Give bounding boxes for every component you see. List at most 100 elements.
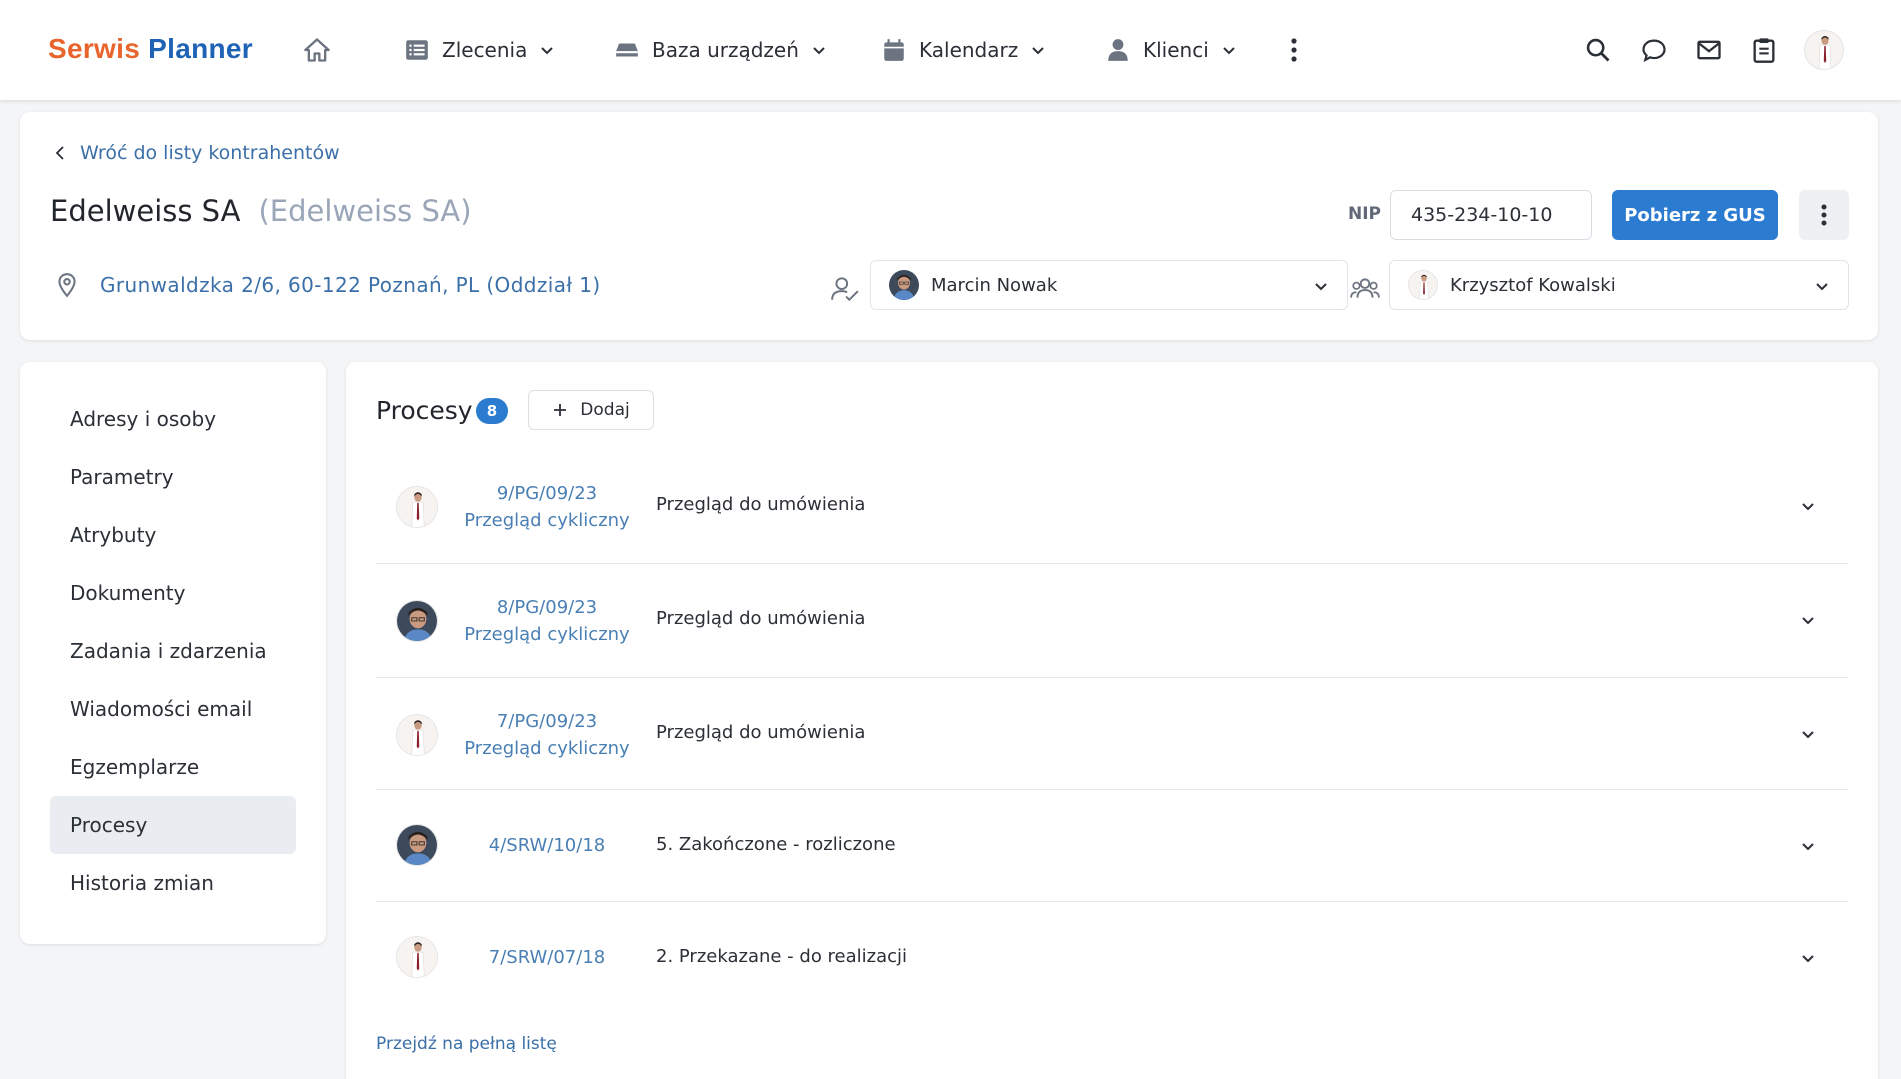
chevron-down-icon[interactable] xyxy=(1800,838,1816,854)
assignee-check-icon xyxy=(830,274,860,304)
assignee-select[interactable]: Marcin Nowak xyxy=(870,260,1348,310)
sidebar-item-dokumenty[interactable]: Dokumenty xyxy=(50,564,296,622)
chevron-down-icon xyxy=(813,47,825,55)
team-icon xyxy=(1350,274,1380,304)
nip-input[interactable] xyxy=(1390,190,1592,240)
process-number: 8/PG/09/23 xyxy=(496,597,598,618)
avatar xyxy=(396,600,438,642)
nip-label: NIP xyxy=(1348,204,1382,224)
process-number: 7/SRW/07/18 xyxy=(488,947,606,968)
avatar xyxy=(396,714,438,756)
process-row[interactable]: 4/SRW/10/18 5. Zakończone - rozliczone xyxy=(376,790,1848,902)
contractor-header-card: Wróć do listy kontrahentów Edelweiss SA … xyxy=(20,112,1878,340)
process-number-link[interactable]: 4/SRW/10/18 xyxy=(462,832,632,859)
header-more-button[interactable] xyxy=(1799,190,1849,240)
more-menu-icon[interactable] xyxy=(1284,36,1304,64)
chevron-down-icon[interactable] xyxy=(1800,498,1816,514)
process-number: 9/PG/09/23 xyxy=(496,483,598,504)
sidebar-item-historia[interactable]: Historia zmian xyxy=(50,854,296,912)
nav-kalendarz[interactable]: Kalendarz xyxy=(881,30,1046,70)
list-icon xyxy=(404,37,430,63)
fetch-from-gus-button[interactable]: Pobierz z GUS xyxy=(1612,190,1778,240)
home-icon[interactable] xyxy=(303,36,331,64)
nav-zlecenia[interactable]: Zlecenia xyxy=(404,30,555,70)
processes-count-badge: 8 xyxy=(476,398,508,424)
processes-panel: Procesy 8 Dodaj 9/PG/09/23 Przegląd cykl… xyxy=(346,362,1878,1079)
mail-icon[interactable] xyxy=(1695,36,1723,64)
avatar xyxy=(396,936,438,978)
sidebar-item-procesy[interactable]: Procesy xyxy=(50,796,296,854)
process-status: 5. Zakończone - rozliczone xyxy=(656,834,896,855)
calendar-icon xyxy=(881,37,907,63)
chevron-down-icon[interactable] xyxy=(1800,612,1816,628)
team-member-select[interactable]: Krzysztof Kowalski xyxy=(1389,260,1849,310)
person-icon xyxy=(1105,37,1131,63)
chat-icon[interactable] xyxy=(1640,36,1668,64)
chevron-down-icon xyxy=(541,47,554,55)
team-member-name: Krzysztof Kowalski xyxy=(1450,274,1616,296)
back-to-contractors-link[interactable]: Wróć do listy kontrahentów xyxy=(54,142,340,164)
nav-klienci[interactable]: Klienci xyxy=(1105,30,1237,70)
contractor-title: Edelweiss SA (Edelweiss SA) xyxy=(50,194,472,228)
avatar xyxy=(396,824,438,866)
sidebar-item-egzemplarze[interactable]: Egzemplarze xyxy=(50,738,296,796)
section-sidebar: Adresy i osoby Parametry Atrybuty Dokume… xyxy=(20,362,326,944)
back-link-label: Wróć do listy kontrahentów xyxy=(80,142,340,164)
nav-kalendarz-label: Kalendarz xyxy=(919,38,1019,62)
process-type: Przegląd cykliczny xyxy=(464,510,630,531)
process-type: Przegląd cykliczny xyxy=(464,738,630,759)
add-button-label: Dodaj xyxy=(580,400,630,420)
chevron-down-icon[interactable] xyxy=(1800,726,1816,742)
process-number-link[interactable]: 7/PG/09/23 Przegląd cykliczny xyxy=(462,708,632,762)
process-status: Przegląd do umówienia xyxy=(656,722,866,743)
avatar xyxy=(396,486,438,528)
process-row[interactable]: 7/SRW/07/18 2. Przekazane - do realizacj… xyxy=(376,902,1848,1014)
nav-klienci-label: Klienci xyxy=(1143,38,1209,62)
logo-part-planner: Planner xyxy=(148,33,253,64)
process-row[interactable]: 9/PG/09/23 Przegląd cykliczny Przegląd d… xyxy=(376,450,1848,564)
sidebar-item-zadania[interactable]: Zadania i zdarzenia xyxy=(50,622,296,680)
location-pin-icon xyxy=(58,273,76,298)
plus-icon xyxy=(554,404,567,416)
avatar xyxy=(1408,270,1438,300)
logo-part-serwis: Serwis xyxy=(48,33,141,64)
process-row[interactable]: 8/PG/09/23 Przegląd cykliczny Przegląd d… xyxy=(376,564,1848,678)
sidebar-item-wiadomosci[interactable]: Wiadomości email xyxy=(50,680,296,738)
top-navigation-bar: Serwis Planner Zlecenia Baza urządzeń Ka… xyxy=(0,0,1901,100)
process-number-link[interactable]: 8/PG/09/23 Przegląd cykliczny xyxy=(462,594,632,648)
device-icon xyxy=(614,37,640,63)
add-process-button[interactable]: Dodaj xyxy=(528,390,654,430)
sidebar-item-atrybuty[interactable]: Atrybuty xyxy=(50,506,296,564)
chevron-left-icon xyxy=(55,146,64,160)
company-name: Edelweiss SA xyxy=(50,194,241,228)
process-number: 7/PG/09/23 xyxy=(496,711,598,732)
search-icon[interactable] xyxy=(1584,36,1612,64)
clipboard-icon[interactable] xyxy=(1750,36,1778,64)
assignee-name: Marcin Nowak xyxy=(931,274,1058,296)
nav-baza-urzadzen[interactable]: Baza urządzeń xyxy=(614,30,827,70)
full-list-link[interactable]: Przejdź na pełną listę xyxy=(376,1034,557,1054)
process-number-link[interactable]: 7/SRW/07/18 xyxy=(462,944,632,971)
chevron-down-icon xyxy=(1315,283,1327,291)
processes-title: Procesy xyxy=(376,396,473,425)
chevron-down-icon[interactable] xyxy=(1800,950,1816,966)
address-text: Grunwaldzka 2/6, 60-122 Poznań, PL (Oddz… xyxy=(100,273,601,297)
user-avatar[interactable] xyxy=(1804,30,1844,70)
process-number: 4/SRW/10/18 xyxy=(488,835,606,856)
process-type: Przegląd cykliczny xyxy=(464,624,630,645)
process-number-link[interactable]: 9/PG/09/23 Przegląd cykliczny xyxy=(462,480,632,534)
process-row[interactable]: 7/PG/09/23 Przegląd cykliczny Przegląd d… xyxy=(376,678,1848,790)
process-status: Przegląd do umówienia xyxy=(656,608,866,629)
chevron-down-icon xyxy=(1816,283,1828,291)
nav-baza-label: Baza urządzeń xyxy=(652,38,799,62)
chevron-down-icon xyxy=(1032,47,1044,55)
sidebar-item-adresy[interactable]: Adresy i osoby xyxy=(50,390,296,448)
sidebar-item-parametry[interactable]: Parametry xyxy=(50,448,296,506)
avatar xyxy=(889,270,919,300)
company-alias: (Edelweiss SA) xyxy=(258,194,472,228)
address-link[interactable]: Grunwaldzka 2/6, 60-122 Poznań, PL (Oddz… xyxy=(54,272,601,298)
process-status: Przegląd do umówienia xyxy=(656,494,866,515)
app-logo[interactable]: Serwis Planner xyxy=(48,33,253,65)
chevron-down-icon xyxy=(1223,47,1235,55)
process-status: 2. Przekazane - do realizacji xyxy=(656,946,908,967)
